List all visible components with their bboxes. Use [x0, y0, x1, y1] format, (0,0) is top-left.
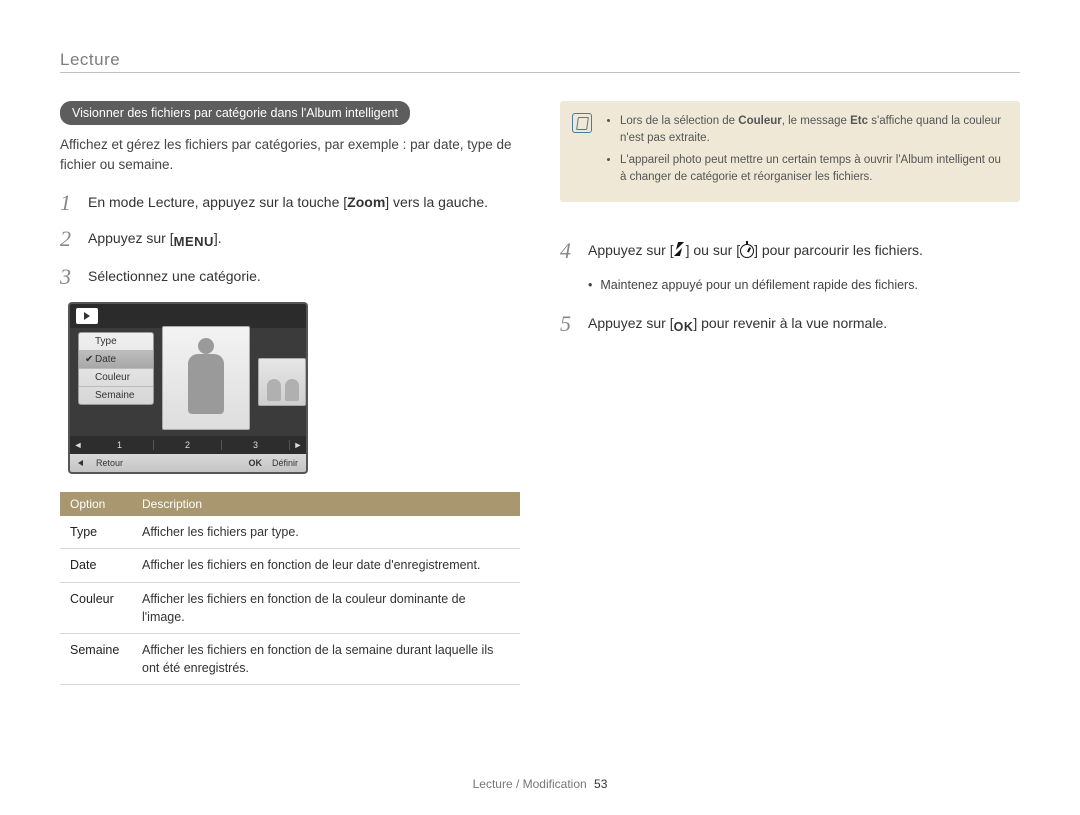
table-row: CouleurAfficher les fichiers en fonction…: [60, 582, 520, 633]
table-row: TypeAfficher les fichiers par type.: [60, 516, 520, 549]
page-footer: Lecture / Modification 53: [0, 777, 1080, 791]
step-4-text-a: Appuyez sur [: [588, 242, 674, 258]
col-description: Description: [132, 492, 520, 516]
note-line-1: Lors de la sélection de Couleur, le mess…: [620, 113, 1006, 148]
step-2-text-a: Appuyez sur [: [88, 230, 174, 246]
camera-screen-illustration: Type ✔Date Couleur Semaine ◄ 1 2 3 ►: [68, 302, 308, 474]
playback-mode-icon: [76, 308, 98, 324]
pager-right-icon: ►: [290, 440, 306, 450]
category-dropdown: Type ✔Date Couleur Semaine: [78, 332, 154, 405]
screen-bottom-bar: Retour OK Définir: [70, 454, 306, 472]
back-label: Retour: [96, 458, 123, 468]
pager-left-icon: ◄: [70, 440, 86, 450]
dropdown-item-type: Type: [79, 333, 153, 351]
right-column: Lors de la sélection de Couleur, le mess…: [560, 101, 1020, 685]
thumbnail-large: [162, 326, 250, 430]
step-3-text: Sélectionnez une catégorie.: [88, 266, 261, 288]
step-number: 5: [560, 313, 588, 335]
section-title: Lecture: [60, 50, 1020, 70]
step-number: 3: [60, 266, 88, 288]
note-icon: [572, 113, 592, 133]
dropdown-item-date-selected: ✔Date: [79, 351, 153, 369]
step-number: 4: [560, 240, 588, 262]
dropdown-item-week: Semaine: [79, 387, 153, 404]
step-4-text-mid: ] ou sur [: [686, 242, 740, 258]
pager-3: 3: [222, 440, 290, 450]
page-number: 53: [594, 777, 607, 791]
ok-button-icon: OK: [674, 318, 694, 337]
step-3: 3 Sélectionnez une catégorie.: [60, 266, 520, 288]
table-row: DateAfficher les fichiers en fonction de…: [60, 549, 520, 582]
person-silhouette-icon: [186, 338, 226, 418]
table-row: SemaineAfficher les fichiers en fonction…: [60, 633, 520, 684]
step-4-subbullet: Maintenez appuyé pour un défilement rapi…: [588, 276, 1020, 295]
step-5: 5 Appuyez sur [OK] pour revenir à la vue…: [560, 313, 1020, 337]
left-column: Visionner des fichiers par catégorie dan…: [60, 101, 520, 685]
menu-button-icon: MENU: [174, 232, 214, 252]
timer-icon: [740, 244, 754, 258]
step-1-text-a: En mode Lecture, appuyez sur la touche [: [88, 194, 347, 210]
col-option: Option: [60, 492, 132, 516]
step-number: 1: [60, 192, 88, 214]
options-table: Option Description TypeAfficher les fich…: [60, 492, 520, 685]
step-1-text-b: ] vers la gauche.: [385, 194, 488, 210]
step-5-text-b: ] pour revenir à la vue normale.: [693, 315, 887, 331]
note-box: Lors de la sélection de Couleur, le mess…: [560, 101, 1020, 202]
step-1: 1 En mode Lecture, appuyez sur la touche…: [60, 192, 520, 214]
step-2: 2 Appuyez sur [MENU].: [60, 228, 520, 252]
footer-path: Lecture / Modification: [473, 777, 587, 791]
step-4: 4 Appuyez sur [ ] ou sur [ ] pour parcouri…: [560, 240, 1020, 262]
intro-text: Affichez et gérez les fichiers par catég…: [60, 135, 520, 174]
screen-pager: ◄ 1 2 3 ►: [70, 436, 306, 454]
thumbnail-small: [258, 358, 306, 406]
step-5-text-a: Appuyez sur [: [588, 315, 674, 331]
divider: [60, 72, 1020, 73]
note-line-2: L'appareil photo peut mettre un certain …: [620, 152, 1006, 187]
dropdown-item-color: Couleur: [79, 369, 153, 387]
step-4-text-b: ] pour parcourir les fichiers.: [754, 242, 923, 258]
subsection-heading-pill: Visionner des fichiers par catégorie dan…: [60, 101, 410, 125]
ok-icon-small: OK: [248, 458, 262, 468]
pager-1: 1: [86, 440, 154, 450]
screen-header: [70, 304, 306, 328]
step-number: 2: [60, 228, 88, 250]
zoom-keyword: Zoom: [347, 194, 385, 210]
pager-2: 2: [154, 440, 222, 450]
step-2-text-b: ].: [214, 230, 222, 246]
set-label: Définir: [272, 458, 298, 468]
flash-icon: [674, 242, 686, 258]
back-arrow-icon: [78, 460, 83, 466]
